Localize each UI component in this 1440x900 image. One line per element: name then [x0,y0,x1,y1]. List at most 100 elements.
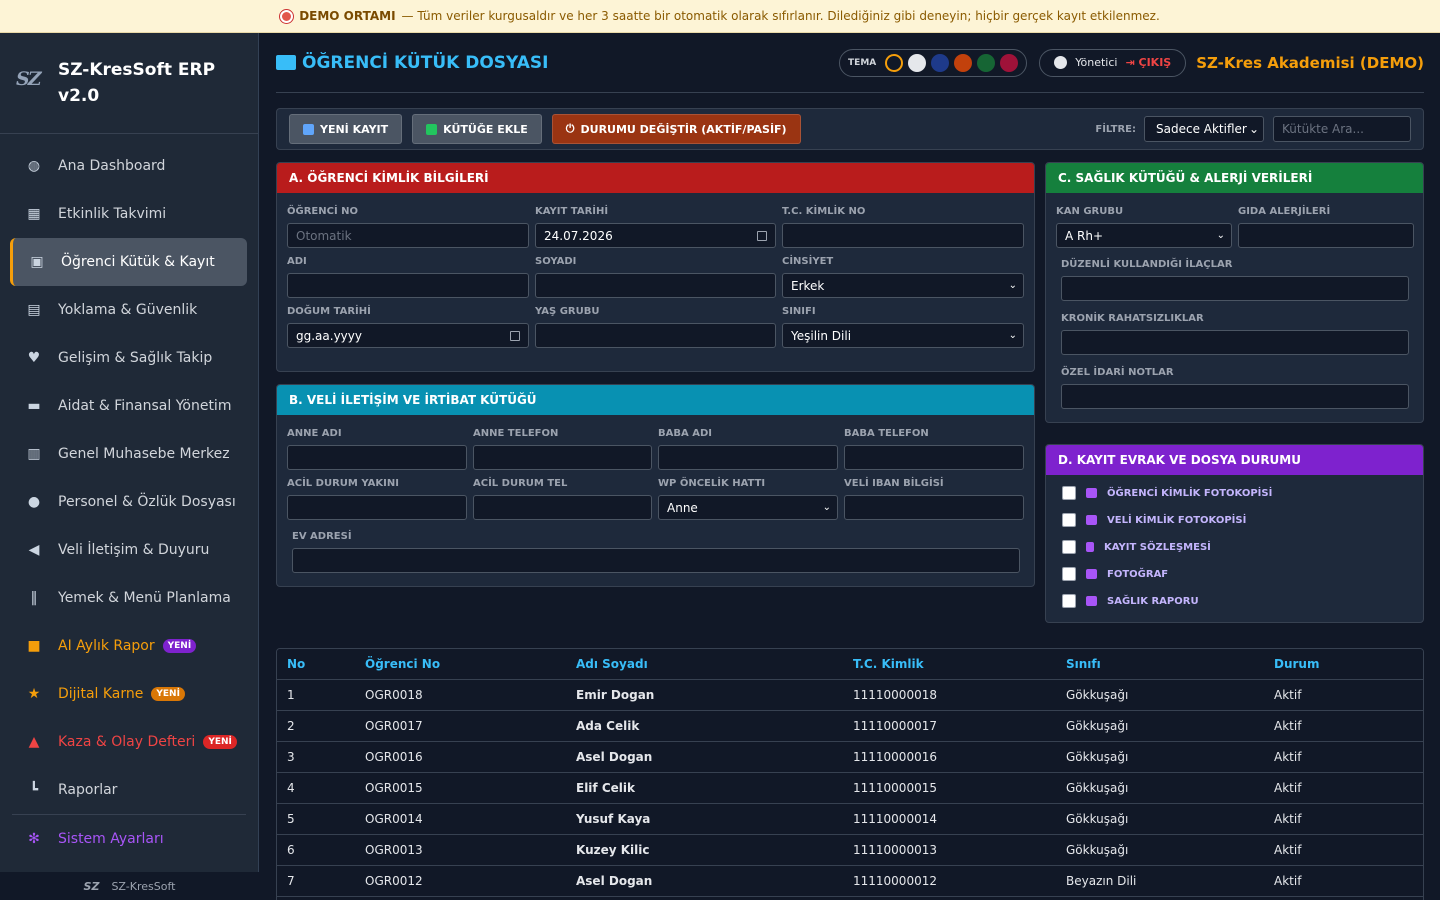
sidebar-item-settings[interactable]: ✻ Sistem Ayarları [0,815,258,863]
user-circle-icon [1054,56,1068,69]
theme-swatch-blue[interactable] [931,53,950,72]
registration-date-field[interactable]: 24.07.2026 [535,223,776,248]
gender-select[interactable]: Erkek ⌄ [782,273,1024,298]
filter-select[interactable]: Sadece Aktifler ⌄ [1144,116,1264,142]
sidebar-item-accounting[interactable]: ▥ Genel Muhasebe Merkez [0,430,258,478]
table-row[interactable]: 7 OGR0012 Asel Dogan 11110000012 Beyazın Dil… [277,866,1423,897]
mother-phone-field[interactable] [473,445,652,470]
chronic-field[interactable] [1061,330,1409,355]
cell-class: Gökkuşağı [1066,843,1129,857]
sidebar-item-label: Kaza & Olay Defteri [58,734,196,750]
col-tc[interactable]: T.C. Kimlik [853,657,1066,671]
table-row[interactable]: 5 OGR0014 Yusuf Kaya 11110000014 Gökkuşağı Ak… [277,804,1423,835]
tc-field[interactable] [782,223,1024,248]
student-no-field[interactable]: Otomatik [287,223,529,248]
emergency-phone-field[interactable] [473,495,652,520]
col-status[interactable]: Durum [1274,657,1414,671]
cell-no: 6 [287,843,295,857]
cell-name: Kuzey Kilic [576,843,650,857]
table-row[interactable]: 4 OGR0015 Elif Celik 11110000015 Gökkuşağı Ak… [277,773,1423,804]
sidebar-item-ai-report[interactable]: ■ AI Aylık Rapor YENİ [0,622,258,670]
table-row[interactable]: 3 OGR0016 Asel Dogan 11110000016 Gökkuşağı Ak… [277,742,1423,773]
address-field[interactable] [292,548,1020,573]
col-no[interactable]: No [277,657,365,671]
doc-student-id[interactable]: ÖĞRENCİ KİMLİK FOTOKOPİSİ [1062,486,1272,500]
col-class[interactable]: Sınıfı [1066,657,1274,671]
cell-student-no: OGR0018 [365,688,423,702]
chevron-down-icon: ⌄ [1216,230,1225,241]
main-content: ÖĞRENCİ KÜTÜK DOSYASI TEMA Yönetici ⇥ ÇI… [276,33,1424,900]
sidebar-item-label: Etkinlik Takvimi [58,206,167,222]
cell-status: Aktif [1274,688,1302,702]
age-group-field[interactable] [535,323,776,348]
doc-label: SAĞLIK RAPORU [1107,595,1199,607]
birth-date-value: gg.aa.yyyy [296,328,362,343]
doc-contract[interactable]: KAYIT SÖZLEŞMESİ [1062,540,1211,554]
table-row[interactable]: 1 OGR0018 Emir Dogan 11110000018 Gökkuşağı Ak… [277,680,1423,711]
last-name-field[interactable] [535,273,776,298]
food-allergy-field[interactable] [1238,223,1414,248]
cell-no: 3 [287,750,295,764]
birth-date-field[interactable]: gg.aa.yyyy [287,323,529,348]
iban-field[interactable] [844,495,1024,520]
toggle-status-button[interactable]: ⏻ DURUMU DEĞİŞTİR (AKTİF/PASİF) [551,114,801,144]
father-phone-label: BABA TELEFON [844,428,929,439]
sidebar-item-reports[interactable]: ┗ Raporlar [0,766,258,814]
father-name-field[interactable] [658,445,838,470]
emergency-contact-field[interactable] [287,495,467,520]
page-title: ÖĞRENCİ KÜTÜK DOSYASI [276,53,839,73]
cell-name: Emir Dogan [576,688,655,702]
checkbox[interactable] [1062,567,1076,581]
table-row[interactable]: 6 OGR0013 Kuzey Kilic 11110000013 Gökkuşağı A… [277,835,1423,866]
sidebar-item-personnel[interactable]: ● Personel & Özlük Dosyası [0,478,258,526]
sidebar-item-health[interactable]: ♥ Gelişim & Sağlık Takip [0,334,258,382]
checkbox[interactable] [1062,513,1076,527]
col-name[interactable]: Adı Soyadı [576,657,853,671]
medication-field[interactable] [1061,276,1409,301]
save-record-button[interactable]: KÜTÜĞE EKLE [412,114,542,144]
sidebar-item-menu[interactable]: ‖ Yemek & Menü Planlama [0,574,258,622]
sidebar-item-students[interactable]: ▣ Öğrenci Kütük & Kayıt [10,238,247,286]
theme-swatch-crimson[interactable] [1000,53,1019,72]
new-record-button[interactable]: YENİ KAYIT [289,114,403,144]
admin-notes-field[interactable] [1061,384,1409,409]
folder-open-icon [276,55,296,70]
theme-swatch-light[interactable] [908,53,927,72]
file-plus-icon [303,123,314,135]
search-input[interactable]: Kütükte Ara... [1273,116,1411,142]
sidebar-item-incidents[interactable]: ▲ Kaza & Olay Defteri YENİ [0,718,258,766]
wp-line-select[interactable]: Anne ⌄ [658,495,838,520]
mother-name-field[interactable] [287,445,467,470]
checkbox[interactable] [1062,540,1076,554]
class-label: SINIFI [782,306,816,317]
table-row[interactable]: 2 OGR0017 Ada Celik 11110000017 Gökkuşağı Akt… [277,711,1423,742]
cell-status: Aktif [1274,874,1302,888]
father-phone-field[interactable] [844,445,1024,470]
blood-group-select[interactable]: A Rh+ ⌄ [1056,223,1232,248]
doc-health-report[interactable]: SAĞLIK RAPORU [1062,594,1199,608]
checkbox[interactable] [1062,594,1076,608]
first-name-field[interactable] [287,273,529,298]
logout-button[interactable]: ⇥ ÇIKIŞ [1125,56,1171,69]
file-medical-icon [1086,596,1097,606]
sidebar-item-dashboard[interactable]: ◍ Ana Dashboard [0,142,258,190]
sidebar-item-report-card[interactable]: ★ Dijital Karne YENİ [0,670,258,718]
cogs-icon: ✻ [28,831,40,847]
sidebar-item-communication[interactable]: ◀ Veli İletişim & Duyuru [0,526,258,574]
sidebar-item-finance[interactable]: ▬ Aidat & Finansal Yönetim [0,382,258,430]
footer-logo-icon: SZ [83,879,100,893]
theme-swatch-dark[interactable] [885,53,904,72]
table-header: No Öğrenci No Adı Soyadı T.C. Kimlik Sın… [277,649,1423,680]
sidebar-item-attendance[interactable]: ▤ Yoklama & Güvenlik [0,286,258,334]
class-select[interactable]: Yeşilin Dili ⌄ [782,323,1024,348]
sidebar-item-calendar[interactable]: ▦ Etkinlik Takvimi [0,190,258,238]
sidebar-item-label: Veli İletişim & Duyuru [58,542,210,558]
theme-swatch-green[interactable] [977,53,996,72]
col-student-no[interactable]: Öğrenci No [365,657,576,671]
doc-parent-id[interactable]: VELİ KİMLİK FOTOKOPİSİ [1062,513,1246,527]
panel-a-title: A. ÖĞRENCİ KİMLİK BİLGİLERİ [277,163,1034,193]
checkbox[interactable] [1062,486,1076,500]
doc-photo[interactable]: FOTOĞRAF [1062,567,1168,581]
theme-swatch-orange[interactable] [954,53,973,72]
tc-label: T.C. KİMLİK NO [782,206,866,217]
